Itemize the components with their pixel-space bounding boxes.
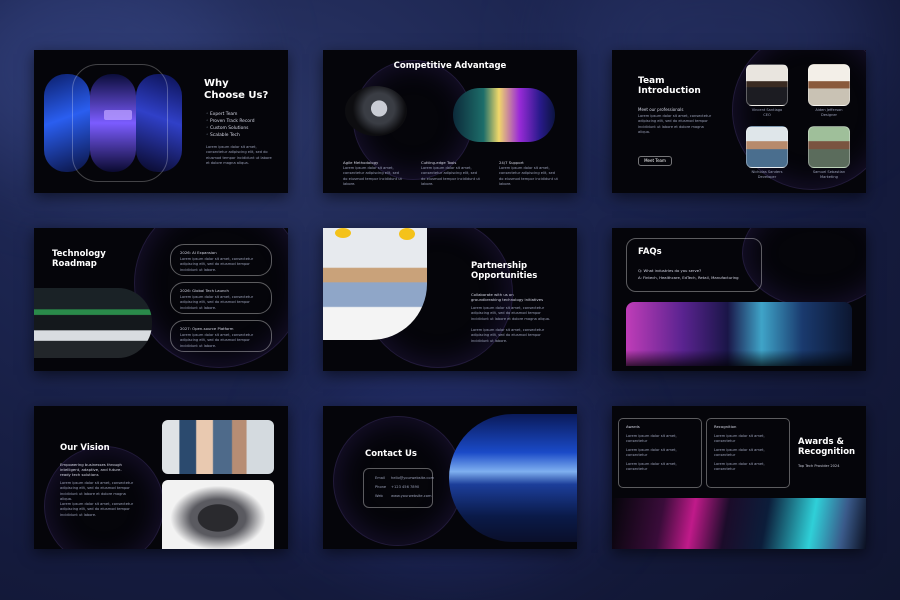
column-body: Lorem ipsum dolor sit amet, consectetur … xyxy=(499,166,558,187)
slide-title: Competitive Advantage xyxy=(393,61,507,71)
slide-competitive-advantage[interactable]: Competitive Advantage Agile Methodology … xyxy=(323,50,577,193)
card-item: Lorem ipsum dolor sit amet, consectetur xyxy=(714,434,765,444)
abstract-tech-photo xyxy=(612,498,866,549)
team-lab-photo xyxy=(162,420,274,474)
body-text: Lorem ipsum dolor sit amet, consectetur … xyxy=(60,481,134,502)
member-role: Developer xyxy=(757,175,777,179)
body-text: Lorem ipsum dolor sit amet, consectetur … xyxy=(206,145,272,166)
title-line: Opportunities xyxy=(471,270,538,281)
body-text: Lorem ipsum dolor sit amet, consectetur … xyxy=(471,328,545,343)
roadmap-body: Lorem ipsum dolor sit amet, consectetur … xyxy=(180,333,254,348)
laptop-photo xyxy=(345,86,407,136)
photo-shadow xyxy=(626,350,852,366)
title-line: Roadmap xyxy=(52,258,97,269)
body-text: Lorem ipsum dolor sit amet, consectetur … xyxy=(638,114,712,135)
roadmap-body: Lorem ipsum dolor sit amet, consectetur … xyxy=(180,295,254,310)
member-role: CEO xyxy=(763,113,771,117)
title-line: Introduction xyxy=(638,86,701,97)
roadmap-head: 2026: Global Tech Launch xyxy=(180,288,229,293)
body-text: Lorem ipsum dolor sit amet, consectetur … xyxy=(60,502,134,517)
column-head: 24/7 Support xyxy=(499,160,524,165)
slide-title: Technology Roadmap xyxy=(52,249,106,270)
slide-title: Our Vision xyxy=(60,443,110,453)
slide-technology-roadmap[interactable]: Technology Roadmap 2026: AI Expansion Lo… xyxy=(34,228,288,371)
faq-answer: A: Fintech, Healthcare, EdTech, Retail, … xyxy=(638,275,739,280)
slide-title: Contact Us xyxy=(365,449,417,459)
slide-why-choose-us[interactable]: Why Choose Us? Expert Team Proven Track … xyxy=(34,50,288,193)
slide-title: FAQs xyxy=(638,247,662,257)
contact-label: Email xyxy=(375,476,385,480)
card-item: Lorem ipsum dolor sit amet, consectetur xyxy=(714,448,765,458)
card-item: Lorem ipsum dolor sit amet, consectetur xyxy=(626,462,677,472)
bullet-item: Custom Solutions xyxy=(206,126,248,131)
roadmap-body: Lorem ipsum dolor sit amet, consectetur … xyxy=(180,257,254,272)
team-member-photo xyxy=(808,126,850,168)
lab-lamp xyxy=(335,228,351,238)
slide-title: Team Introduction xyxy=(638,76,701,97)
member-role: Designer xyxy=(820,113,838,117)
contact-value: hello@yourwebsite.com xyxy=(391,476,435,480)
subtitle: groundbreaking technology initiatives xyxy=(471,297,544,302)
slide-our-vision[interactable]: Our Vision Empowering businesses through… xyxy=(34,406,288,549)
title-line: Recognition xyxy=(798,446,856,457)
subtitle: ready tech solutions xyxy=(60,472,99,477)
slide-title: Partnership Opportunities xyxy=(471,261,538,282)
contact-value: +123 456 7890 xyxy=(391,485,420,489)
team-member-photo xyxy=(746,64,788,106)
vr-users-photo xyxy=(453,88,555,142)
column-body: Lorem ipsum dolor sit amet, consectetur … xyxy=(421,166,480,187)
faq-question: Q: What industries do you serve? xyxy=(638,268,702,273)
column-head: Cutting-edge Tools xyxy=(421,160,457,165)
title-line: Team xyxy=(638,76,665,86)
slide-awards[interactable]: Awards Lorem ipsum dolor sit amet, conse… xyxy=(612,406,866,549)
slide-title: Awards & Recognition xyxy=(798,437,856,458)
robot-car-photo xyxy=(162,480,274,549)
slide-partnership[interactable]: Partnership Opportunities Collaborate wi… xyxy=(323,228,577,371)
card-item: Lorem ipsum dolor sit amet, consectetur xyxy=(626,448,677,458)
contact-value: www.yourwebsite.com xyxy=(391,494,432,498)
meet-team-button[interactable]: Meet Team xyxy=(638,156,672,166)
slide-title: Why Choose Us? xyxy=(204,78,268,101)
control-room-photo xyxy=(34,288,152,358)
slide-team-introduction[interactable]: Team Introduction Meet our professionals… xyxy=(612,50,866,193)
roadmap-head: 2027: Open-source Platform xyxy=(180,326,234,331)
subtitle: Meet our professionals xyxy=(638,107,684,112)
column-body: Lorem ipsum dolor sit amet, consectetur … xyxy=(343,166,402,187)
body-text: Lorem ipsum dolor sit amet, consectetur … xyxy=(471,306,551,321)
lab-lamp xyxy=(399,228,415,240)
slide-contact-us[interactable]: Contact Us Email hello@yourwebsite.com P… xyxy=(323,406,577,549)
bullet-item: Scalable Tech xyxy=(206,133,240,138)
bullet-item: Expert Team xyxy=(206,112,237,117)
column-head: Agile Methodology xyxy=(343,160,379,165)
member-role: Marketing xyxy=(820,175,838,179)
title-line: Choose Us? xyxy=(204,89,269,101)
card-head: Awards xyxy=(626,424,640,429)
contact-label: Phone xyxy=(375,485,387,489)
vr-headset-photo xyxy=(44,64,182,182)
team-member-photo xyxy=(746,126,788,168)
title-line: Why xyxy=(204,78,229,89)
slide-faqs[interactable]: FAQs Q: What industries do you serve? A:… xyxy=(612,228,866,371)
card-head: Recognition xyxy=(714,424,737,429)
team-member-photo xyxy=(808,64,850,106)
contact-label: Web xyxy=(375,494,383,498)
bridge-night-photo xyxy=(449,414,577,542)
subtitle: Top Tech Provider 2024 xyxy=(798,464,840,468)
bullet-item: Proven Track Record xyxy=(206,119,255,124)
card-item: Lorem ipsum dolor sit amet, consectetur xyxy=(626,434,677,444)
card-item: Lorem ipsum dolor sit amet, consectetur xyxy=(714,462,765,472)
roadmap-head: 2026: AI Expansion xyxy=(180,250,217,255)
